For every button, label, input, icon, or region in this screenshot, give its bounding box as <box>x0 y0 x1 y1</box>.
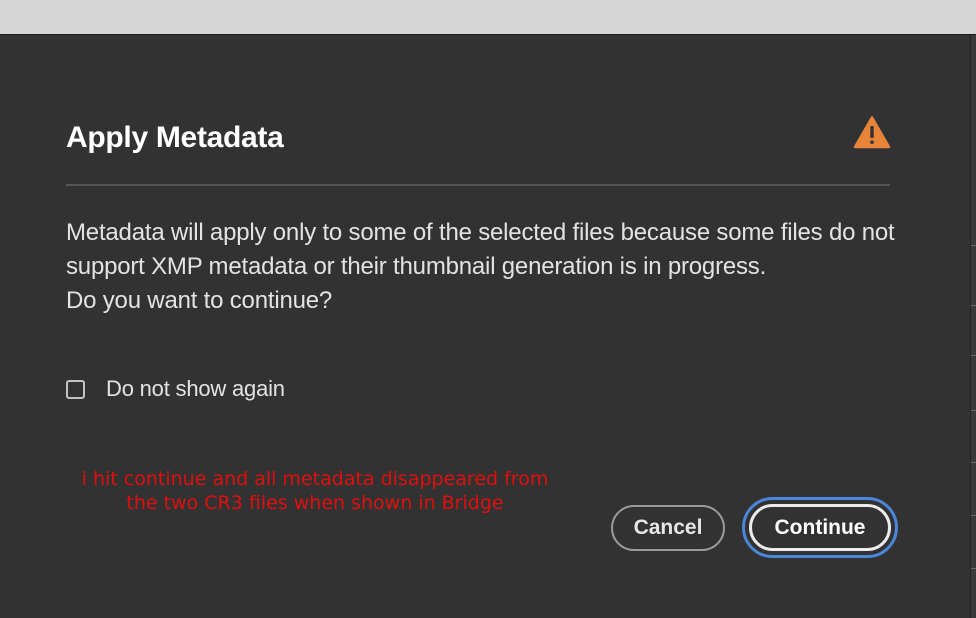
edge-tick <box>971 515 976 516</box>
do-not-show-again-row[interactable]: Do not show again <box>66 373 285 405</box>
message-question: Do you want to continue? <box>66 287 333 314</box>
edge-tick <box>971 245 976 246</box>
edge-tick <box>971 355 976 356</box>
message-line: Metadata will apply only to some of the … <box>66 219 895 280</box>
edge-tick <box>971 410 976 411</box>
user-annotation: i hit continue and all metadata disappea… <box>60 467 570 515</box>
checkbox-label: Do not show again <box>106 376 285 401</box>
edge-tick <box>971 305 976 306</box>
cancel-button[interactable]: Cancel <box>611 505 725 551</box>
annotation-line: i hit continue and all metadata disappea… <box>81 468 549 490</box>
warning-icon <box>853 116 891 149</box>
continue-button[interactable]: Continue <box>749 504 891 551</box>
annotation-line: the two CR3 files when shown in Bridge <box>126 492 504 514</box>
right-edge-panel <box>970 35 976 618</box>
apply-metadata-dialog: Apply Metadata Metadata will apply only … <box>0 35 969 618</box>
dialog-title: Apply Metadata <box>66 121 284 154</box>
edge-tick <box>971 568 976 569</box>
edge-tick <box>971 462 976 463</box>
dialog-message: Metadata will apply only to some of the … <box>66 216 896 318</box>
window-top-bar <box>0 0 976 35</box>
title-divider <box>66 184 890 186</box>
do-not-show-again-checkbox[interactable] <box>66 379 85 399</box>
